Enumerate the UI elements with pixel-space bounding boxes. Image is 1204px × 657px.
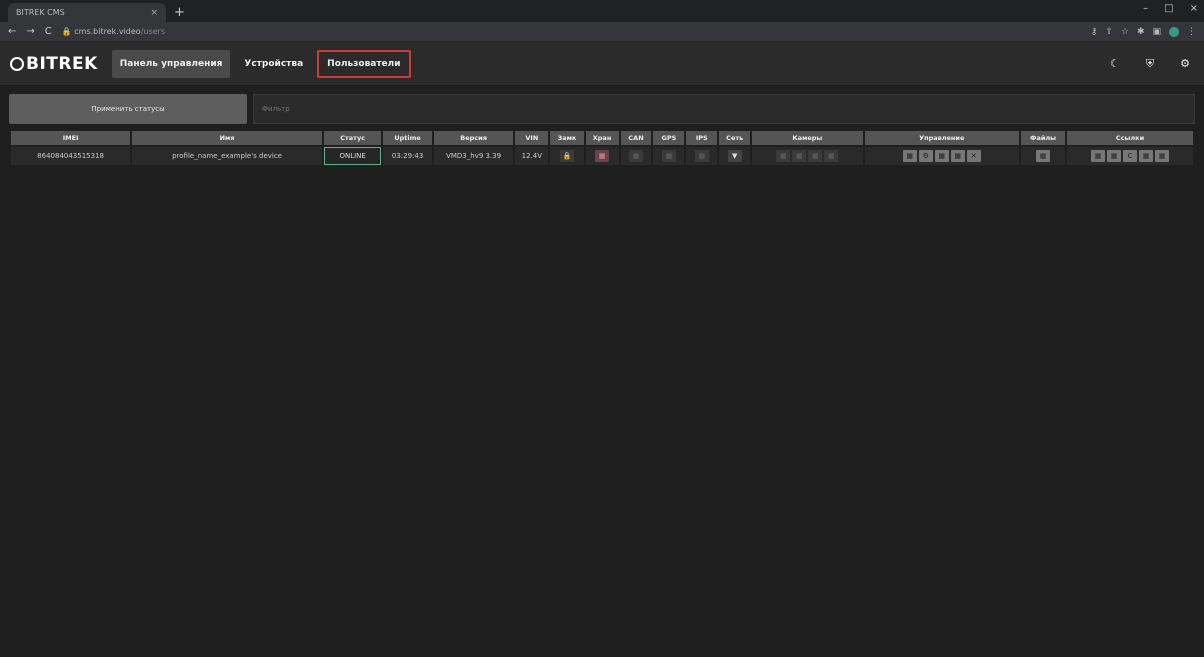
- cell-links: ▦ ▦ C ▦ ▦: [1067, 147, 1193, 165]
- storage-icon[interactable]: ▦: [595, 150, 610, 162]
- url-host: cms.bitrek.video: [74, 27, 141, 36]
- files-button[interactable]: ▦: [1036, 150, 1051, 162]
- col-vin[interactable]: VIN: [515, 131, 549, 145]
- camera-4-icon[interactable]: ▦: [824, 150, 839, 162]
- cell-files: ▦: [1020, 147, 1066, 165]
- link-1-button[interactable]: ▦: [1091, 150, 1106, 162]
- cell-gps: ▦: [653, 147, 685, 165]
- cell-name: profile_name_example's device: [132, 147, 322, 165]
- cell-uptime: 03:29:43: [383, 147, 432, 165]
- share-icon[interactable]: ⇪: [1105, 27, 1113, 37]
- logo-text: BITREK: [26, 53, 98, 74]
- ips-icon[interactable]: ▦: [694, 150, 709, 162]
- address-bar: ← → C 🔒 cms.bitrek.video/users ⚷ ⇪ ☆ ✱ ▣…: [0, 22, 1204, 42]
- col-ips[interactable]: IPS: [686, 131, 718, 145]
- cell-controls: ▦ ⚙ ▦ ▦ ✕: [864, 147, 1019, 165]
- header-icons: ☾ ⛨ ⚙: [1110, 57, 1194, 71]
- gps-icon[interactable]: ▦: [661, 150, 676, 162]
- new-tab-button[interactable]: +: [174, 5, 185, 22]
- cell-imei: 864084043515318: [11, 147, 131, 165]
- apply-statuses-button[interactable]: Применить статусы: [9, 94, 247, 124]
- lock-icon[interactable]: 🔒: [559, 150, 574, 162]
- gear-icon[interactable]: ⚙: [1180, 57, 1190, 71]
- back-button[interactable]: ←: [8, 26, 16, 37]
- link-5-button[interactable]: ▦: [1155, 150, 1170, 162]
- moon-icon[interactable]: ☾: [1110, 57, 1120, 71]
- browser-tab[interactable]: BITREK CMS ×: [8, 3, 166, 22]
- col-files[interactable]: Файлы: [1020, 131, 1066, 145]
- cell-net: ▼: [719, 147, 751, 165]
- browser-extensions: ⚷ ⇪ ☆ ✱ ▣ ⋮: [1091, 26, 1196, 37]
- col-can[interactable]: CAN: [620, 131, 652, 145]
- minimize-button[interactable]: –: [1143, 3, 1148, 14]
- window-controls: – □ ×: [1143, 3, 1198, 14]
- camera-1-icon[interactable]: ▦: [776, 150, 791, 162]
- url-path: /users: [140, 27, 165, 36]
- cell-version: VMD3_hv9 3.39: [433, 147, 514, 165]
- col-storage[interactable]: Хран: [585, 131, 619, 145]
- key-icon[interactable]: ⚷: [1091, 27, 1098, 37]
- app-header: BITREK Панель управления Устройства Поль…: [0, 42, 1204, 86]
- url-field[interactable]: 🔒 cms.bitrek.video/users: [62, 27, 1081, 36]
- devices-table-wrap: IMEI Имя Статус Uptime Версия VIN Замк Х…: [0, 124, 1204, 167]
- toolbar: Применить статусы Фильтр: [0, 86, 1204, 124]
- cell-ips: ▦: [686, 147, 718, 165]
- wifi-icon[interactable]: ▼: [727, 150, 742, 162]
- star-icon[interactable]: ☆: [1121, 27, 1129, 37]
- control-1-button[interactable]: ▦: [902, 150, 917, 162]
- nav-devices[interactable]: Устройства: [236, 50, 311, 78]
- table-header-row: IMEI Имя Статус Uptime Версия VIN Замк Х…: [11, 131, 1193, 145]
- table-row: 864084043515318 profile_name_example's d…: [11, 147, 1193, 165]
- camera-2-icon[interactable]: ▦: [792, 150, 807, 162]
- control-3-button[interactable]: ▦: [934, 150, 949, 162]
- settings-button[interactable]: ⚙: [918, 150, 933, 162]
- camera-3-icon[interactable]: ▦: [808, 150, 823, 162]
- bitrek-logo[interactable]: BITREK: [10, 54, 98, 74]
- nav-users[interactable]: Пользователи: [317, 49, 411, 78]
- col-name[interactable]: Имя: [132, 131, 322, 145]
- close-window-button[interactable]: ×: [1190, 3, 1198, 14]
- extension-icon[interactable]: ✱: [1137, 27, 1145, 37]
- maximize-button[interactable]: □: [1164, 3, 1173, 14]
- col-controls[interactable]: Управление: [864, 131, 1019, 145]
- link-4-button[interactable]: ▦: [1139, 150, 1154, 162]
- can-icon[interactable]: ▦: [629, 150, 644, 162]
- col-cameras[interactable]: Камеры: [752, 131, 863, 145]
- profile-avatar[interactable]: [1169, 26, 1179, 37]
- col-version[interactable]: Версия: [433, 131, 514, 145]
- col-lock[interactable]: Замк: [550, 131, 584, 145]
- browser-tabbar: BITREK CMS × + – □ ×: [0, 0, 1204, 22]
- link-3-button[interactable]: C: [1123, 150, 1138, 162]
- tab-close-icon[interactable]: ×: [150, 8, 158, 18]
- link-2-button[interactable]: ▦: [1107, 150, 1122, 162]
- nav-dashboard[interactable]: Панель управления: [111, 49, 231, 78]
- filter-input[interactable]: Фильтр: [253, 94, 1195, 124]
- browser-tab-title: BITREK CMS: [16, 8, 65, 17]
- col-imei[interactable]: IMEI: [11, 131, 131, 145]
- cell-storage: ▦: [585, 147, 619, 165]
- cell-lock: 🔒: [550, 147, 584, 165]
- col-links[interactable]: Ссылки: [1067, 131, 1193, 145]
- control-4-button[interactable]: ▦: [950, 150, 965, 162]
- col-uptime[interactable]: Uptime: [383, 131, 432, 145]
- cell-cameras: ▦ ▦ ▦ ▦: [752, 147, 863, 165]
- cell-vin: 12.4V: [515, 147, 549, 165]
- cell-can: ▦: [620, 147, 652, 165]
- shield-icon[interactable]: ⛨: [1146, 57, 1154, 71]
- col-net[interactable]: Сеть: [719, 131, 751, 145]
- reload-button[interactable]: C: [45, 26, 52, 37]
- status-badge: ONLINE: [323, 147, 382, 165]
- sidebar-icon[interactable]: ▣: [1152, 27, 1161, 37]
- logo-mark-icon: [10, 56, 24, 71]
- col-gps[interactable]: GPS: [653, 131, 685, 145]
- control-remove-button[interactable]: ✕: [966, 150, 981, 162]
- forward-button[interactable]: →: [26, 26, 34, 37]
- col-status[interactable]: Статус: [323, 131, 382, 145]
- devices-table: IMEI Имя Статус Uptime Версия VIN Замк Х…: [9, 129, 1195, 167]
- menu-icon[interactable]: ⋮: [1187, 27, 1196, 37]
